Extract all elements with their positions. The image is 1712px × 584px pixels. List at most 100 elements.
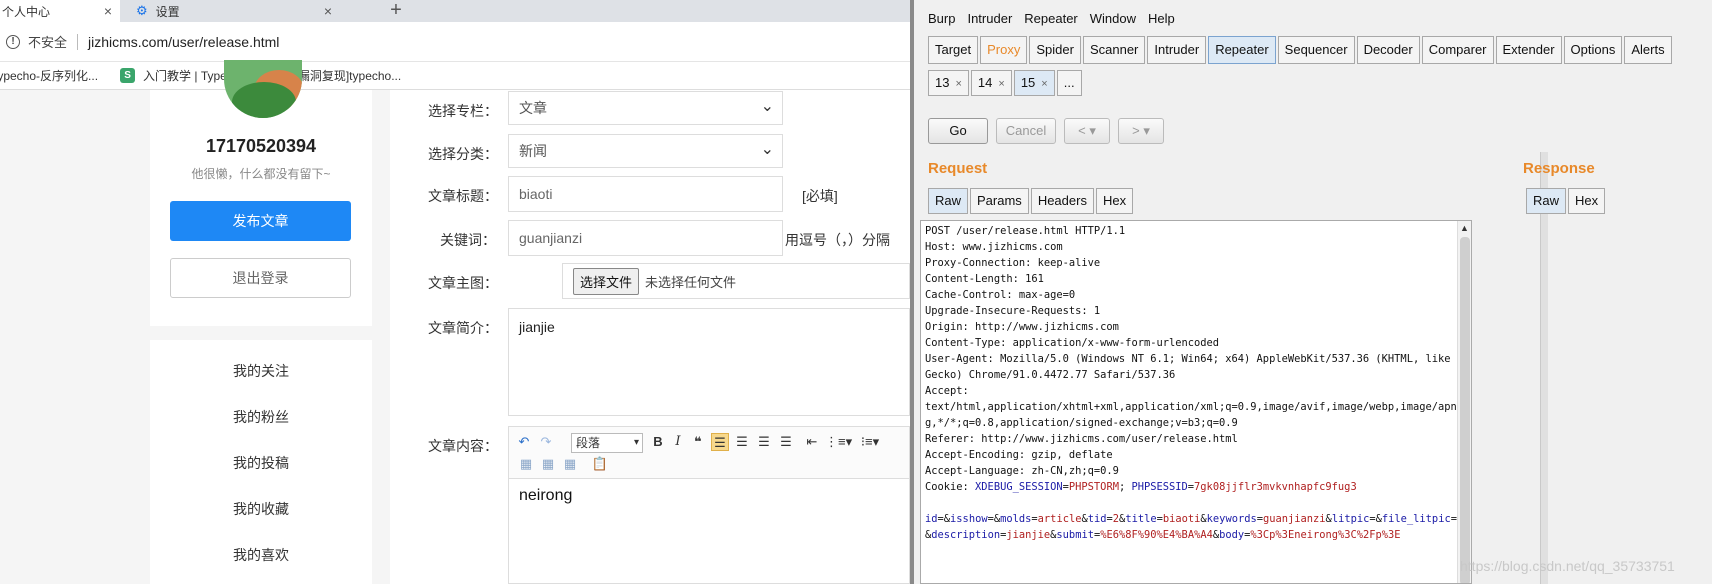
sidebar-item-fans[interactable]: 我的粉丝 bbox=[150, 394, 372, 440]
request-tab-params[interactable]: Params bbox=[970, 188, 1029, 214]
tab-extender[interactable]: Extender bbox=[1495, 36, 1562, 64]
tab-repeater[interactable]: Repeater bbox=[1208, 36, 1276, 64]
request-tab-headers[interactable]: Headers bbox=[1030, 188, 1094, 214]
username: 17170520394 bbox=[205, 136, 317, 156]
scrollbar-thumb[interactable] bbox=[1460, 237, 1470, 583]
menu-intruder[interactable]: Intruder bbox=[967, 11, 1012, 26]
table-icon[interactable]: ▦ bbox=[517, 455, 535, 473]
menu-repeater[interactable]: Repeater bbox=[1024, 11, 1077, 26]
column-select[interactable]: 文章 bbox=[508, 91, 783, 125]
ordered-list-icon[interactable]: ⋮≡▾ bbox=[825, 433, 852, 451]
request-tab-raw[interactable]: Raw bbox=[928, 188, 969, 214]
url-text[interactable]: jizhicms.com/user/release.html bbox=[88, 34, 279, 50]
redo-icon[interactable]: ↷ bbox=[537, 433, 555, 451]
tab-sequencer[interactable]: Sequencer bbox=[1277, 36, 1355, 64]
bold-icon[interactable]: B bbox=[649, 433, 667, 451]
rich-text-editor[interactable]: ↶ ↷ 段落 B I ❝ ☰ ☰ ☰ ☰ ⇤ ⋮≡▾ ⁝≡▾ ▦ ▦ ▦ 📋 bbox=[508, 426, 910, 584]
table-insert-row-icon[interactable]: ▦ bbox=[539, 455, 557, 473]
address-bar[interactable]: ! 不安全 jizhicms.com/user/release.html bbox=[0, 22, 910, 62]
repeater-tab-13[interactable]: 13 × bbox=[928, 70, 969, 96]
browser-window: 个人中心 × ⚙ 设置 × + ! 不安全 jizhicms.com/user/… bbox=[0, 0, 910, 584]
tab-comparer[interactable]: Comparer bbox=[1421, 36, 1494, 64]
cancel-button[interactable]: Cancel bbox=[996, 118, 1056, 144]
repeater-tab-15[interactable]: 15 × bbox=[1013, 70, 1055, 96]
tab-intruder[interactable]: Intruder bbox=[1147, 36, 1207, 64]
close-icon[interactable]: × bbox=[1041, 78, 1047, 90]
request-tab-hex[interactable]: Hex bbox=[1095, 188, 1134, 214]
request-raw-text[interactable]: POST /user/release.html HTTP/1.1 Host: ww… bbox=[925, 223, 1457, 543]
repeater-tab-14[interactable]: 14 × bbox=[970, 70, 1012, 96]
avatar[interactable] bbox=[224, 60, 302, 118]
release-form: 选择专栏： 文章 选择分类： 新闻 文章标题： biaoti [必填] 关键词：… bbox=[390, 90, 910, 584]
close-icon[interactable]: × bbox=[955, 78, 961, 90]
align-justify-icon[interactable]: ☰ bbox=[777, 433, 795, 451]
bookmark-item[interactable]: typecho-反序列化... bbox=[0, 67, 98, 84]
main-image-file-input[interactable]: 选择文件 未选择任何文件 bbox=[562, 263, 910, 299]
request-body: id=&isshow=&molds=article&tid=2&title=bi… bbox=[925, 513, 1457, 541]
request-header-line: User-Agent: Mozilla/5.0 (Windows NT 6.1;… bbox=[925, 353, 1457, 381]
profile-card: 17170520394 他很懒，什么都没有留下~ 发布文章 退出登录 bbox=[150, 60, 372, 326]
close-icon[interactable]: × bbox=[324, 3, 332, 19]
keywords-input[interactable]: guanjianzi bbox=[508, 220, 783, 256]
close-icon[interactable]: × bbox=[998, 78, 1004, 90]
close-icon[interactable]: × bbox=[104, 3, 112, 19]
request-header-line: Accept: bbox=[925, 385, 969, 397]
align-center-icon[interactable]: ☰ bbox=[733, 433, 751, 451]
editor-content[interactable]: neirong bbox=[519, 487, 572, 505]
warning-icon[interactable]: ! bbox=[6, 34, 20, 49]
italic-icon[interactable]: I bbox=[669, 433, 687, 451]
title-label: 文章标题： bbox=[428, 188, 498, 204]
browser-tab-user-center[interactable]: 个人中心 × bbox=[0, 0, 120, 22]
burp-menubar: Burp Intruder Repeater Window Help bbox=[914, 6, 1175, 30]
title-input[interactable]: biaoti bbox=[508, 176, 783, 212]
tab-options[interactable]: Options bbox=[1563, 36, 1623, 64]
sidebar-item-submissions[interactable]: 我的投稿 bbox=[150, 440, 372, 486]
choose-file-button[interactable]: 选择文件 bbox=[573, 267, 640, 295]
repeater-tab-more[interactable]: ... bbox=[1056, 70, 1082, 96]
response-tab-hex[interactable]: Hex bbox=[1568, 188, 1606, 214]
go-button[interactable]: Go bbox=[928, 118, 988, 144]
param-name: description bbox=[931, 529, 1001, 541]
menu-burp[interactable]: Burp bbox=[928, 11, 955, 26]
tab-decoder[interactable]: Decoder bbox=[1356, 36, 1420, 64]
align-left-icon[interactable]: ☰ bbox=[711, 433, 729, 451]
request-header-line: Host: www.jizhicms.com bbox=[925, 241, 1063, 253]
avatar-shape bbox=[232, 82, 296, 118]
category-select[interactable]: 新闻 bbox=[508, 134, 783, 168]
browser-tab-settings[interactable]: ⚙ 设置 × bbox=[126, 0, 340, 22]
tab-scanner[interactable]: Scanner bbox=[1082, 36, 1146, 64]
new-tab-button[interactable]: + bbox=[378, 0, 414, 22]
paste-icon[interactable]: 📋 bbox=[591, 455, 609, 473]
request-editor[interactable]: POST /user/release.html HTTP/1.1 Host: ww… bbox=[920, 220, 1472, 584]
paragraph-format-select[interactable]: 段落 bbox=[571, 433, 643, 453]
align-right-icon[interactable]: ☰ bbox=[755, 433, 773, 451]
table-insert-column-icon[interactable]: ▦ bbox=[561, 455, 579, 473]
tab-alerts[interactable]: Alerts bbox=[1624, 36, 1672, 64]
security-label[interactable]: 不安全 bbox=[28, 32, 67, 51]
quote-icon[interactable]: ❝ bbox=[689, 433, 707, 451]
publish-article-button[interactable]: 发布文章 bbox=[170, 201, 351, 241]
tab-target[interactable]: Target bbox=[928, 36, 979, 64]
back-history-button[interactable]: < ▾ bbox=[1064, 118, 1110, 144]
unordered-list-icon[interactable]: ⁝≡▾ bbox=[857, 433, 883, 451]
sidebar-item-likes[interactable]: 我的喜欢 bbox=[150, 532, 372, 578]
undo-icon[interactable]: ↶ bbox=[515, 433, 533, 451]
request-header-line: Accept-Language: zh-CN,zh;q=0.9 bbox=[925, 465, 1119, 477]
scroll-up-icon[interactable]: ▲ bbox=[1460, 223, 1469, 233]
sidebar-item-favorites[interactable]: 我的收藏 bbox=[150, 486, 372, 532]
keywords-input-value: guanjianzi bbox=[519, 230, 583, 246]
forward-history-button[interactable]: > ▾ bbox=[1118, 118, 1164, 144]
indent-icon[interactable]: ⇤ bbox=[803, 433, 821, 451]
logout-button[interactable]: 退出登录 bbox=[170, 258, 351, 298]
request-header-line: Content-Length: 161 bbox=[925, 273, 1044, 285]
tab-proxy[interactable]: Proxy bbox=[980, 36, 1028, 64]
title-input-value: biaoti bbox=[519, 186, 553, 202]
menu-window[interactable]: Window bbox=[1090, 11, 1136, 26]
request-scrollbar[interactable]: ▲ bbox=[1457, 221, 1471, 583]
menu-help[interactable]: Help bbox=[1148, 11, 1175, 26]
split-pane-divider[interactable] bbox=[1540, 152, 1548, 584]
response-tab-raw[interactable]: Raw bbox=[1526, 188, 1567, 214]
tab-spider[interactable]: Spider bbox=[1029, 36, 1081, 64]
summary-textarea[interactable]: jianjie bbox=[508, 308, 910, 416]
sidebar-item-following[interactable]: 我的关注 bbox=[150, 348, 372, 394]
